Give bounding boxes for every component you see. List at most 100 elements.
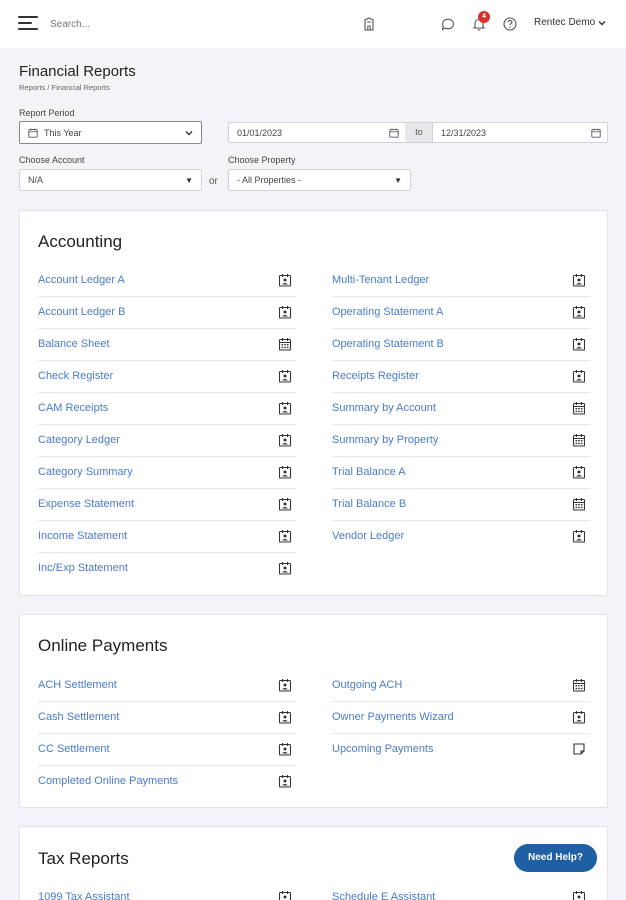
calendar-grid-icon[interactable] — [278, 337, 292, 351]
calendar-grid-icon[interactable] — [572, 678, 586, 692]
report-row[interactable]: Inc/Exp Statement — [38, 553, 296, 585]
report-link-summary-by-property[interactable]: Summary by Property — [332, 434, 438, 446]
report-link-cc-settlement[interactable]: CC Settlement — [38, 743, 110, 755]
person-calendar-icon[interactable] — [278, 774, 292, 788]
person-calendar-icon[interactable] — [572, 465, 586, 479]
report-link-account-ledger-b[interactable]: Account Ledger B — [38, 306, 125, 318]
report-link-1099-tax-assistant[interactable]: 1099 Tax Assistant — [38, 891, 130, 900]
person-calendar-icon[interactable] — [278, 369, 292, 383]
person-calendar-icon[interactable] — [572, 337, 586, 351]
report-link-operating-statement-a[interactable]: Operating Statement A — [332, 306, 443, 318]
report-row[interactable]: Operating Statement A — [332, 297, 590, 329]
person-calendar-icon[interactable] — [278, 305, 292, 319]
report-link-vendor-ledger[interactable]: Vendor Ledger — [332, 530, 404, 542]
report-row[interactable]: Upcoming Payments — [332, 734, 590, 766]
report-row[interactable]: Multi-Tenant Ledger — [332, 265, 590, 297]
breadcrumb[interactable]: Reports / Financial Reports — [19, 83, 110, 92]
report-row[interactable]: CC Settlement — [38, 734, 296, 766]
report-link-trial-balance-a[interactable]: Trial Balance A — [332, 466, 406, 478]
person-calendar-icon[interactable] — [278, 890, 292, 900]
report-link-summary-by-account[interactable]: Summary by Account — [332, 402, 436, 414]
report-row[interactable]: Summary by Account — [332, 393, 590, 425]
report-row[interactable]: Receipts Register — [332, 361, 590, 393]
report-link-trial-balance-b[interactable]: Trial Balance B — [332, 498, 406, 510]
report-row[interactable]: Outgoing ACH — [332, 670, 590, 702]
calendar-grid-icon[interactable] — [572, 433, 586, 447]
report-row[interactable]: Trial Balance A — [332, 457, 590, 489]
report-link-category-summary[interactable]: Category Summary — [38, 466, 133, 478]
report-row[interactable]: CAM Receipts — [38, 393, 296, 425]
report-row[interactable]: Account Ledger A — [38, 265, 296, 297]
user-menu[interactable]: Rentec Demo — [534, 17, 606, 28]
person-calendar-icon[interactable] — [278, 561, 292, 575]
report-row[interactable]: Check Register — [38, 361, 296, 393]
report-link-check-register[interactable]: Check Register — [38, 370, 113, 382]
report-link-multi-tenant-ledger[interactable]: Multi-Tenant Ledger — [332, 274, 429, 286]
report-link-category-ledger[interactable]: Category Ledger — [38, 434, 120, 446]
report-row[interactable]: Schedule E Assistant — [332, 882, 590, 900]
report-link-inc-exp-statement[interactable]: Inc/Exp Statement — [38, 562, 128, 574]
person-calendar-icon[interactable] — [572, 305, 586, 319]
report-row[interactable]: Completed Online Payments — [38, 766, 296, 798]
person-calendar-icon[interactable] — [278, 710, 292, 724]
report-row[interactable]: Operating Statement B — [332, 329, 590, 361]
property-select[interactable]: - All Properties - ▼ — [228, 169, 411, 191]
person-calendar-icon[interactable] — [278, 273, 292, 287]
help-icon[interactable] — [502, 16, 518, 32]
report-row[interactable]: 1099 Tax Assistant — [38, 882, 296, 900]
report-row[interactable]: Summary by Property — [332, 425, 590, 457]
building-icon[interactable] — [361, 16, 377, 32]
person-calendar-icon[interactable] — [572, 710, 586, 724]
report-link-operating-statement-b[interactable]: Operating Statement B — [332, 338, 444, 350]
start-date-input[interactable]: 01/01/2023 — [228, 122, 406, 143]
person-calendar-icon[interactable] — [278, 465, 292, 479]
report-link-balance-sheet[interactable]: Balance Sheet — [38, 338, 110, 350]
period-select[interactable]: This Year — [19, 121, 202, 144]
menu-icon[interactable] — [18, 16, 38, 32]
report-row[interactable]: Cash Settlement — [38, 702, 296, 734]
report-row[interactable]: Owner Payments Wizard — [332, 702, 590, 734]
report-row[interactable]: Expense Statement — [38, 489, 296, 521]
person-calendar-icon[interactable] — [278, 497, 292, 511]
report-link-income-statement[interactable]: Income Statement — [38, 530, 127, 542]
report-link-receipts-register[interactable]: Receipts Register — [332, 370, 419, 382]
person-calendar-icon[interactable] — [278, 529, 292, 543]
report-link-outgoing-ach[interactable]: Outgoing ACH — [332, 679, 402, 691]
person-calendar-icon[interactable] — [278, 401, 292, 415]
report-row[interactable]: Account Ledger B — [38, 297, 296, 329]
calendar-icon[interactable] — [389, 128, 399, 138]
person-calendar-icon[interactable] — [278, 678, 292, 692]
report-row[interactable]: Vendor Ledger — [332, 521, 590, 553]
online-payments-title: Online Payments — [38, 636, 168, 655]
report-link-ach-settlement[interactable]: ACH Settlement — [38, 679, 117, 691]
report-link-owner-payments-wizard[interactable]: Owner Payments Wizard — [332, 711, 454, 723]
end-date-input[interactable]: 12/31/2023 — [432, 122, 608, 143]
calendar-grid-icon[interactable] — [572, 401, 586, 415]
report-row[interactable]: Income Statement — [38, 521, 296, 553]
note-icon[interactable] — [572, 742, 586, 756]
report-link-expense-statement[interactable]: Expense Statement — [38, 498, 134, 510]
report-row[interactable]: Category Ledger — [38, 425, 296, 457]
person-calendar-icon[interactable] — [572, 529, 586, 543]
person-calendar-icon[interactable] — [572, 369, 586, 383]
person-calendar-icon[interactable] — [572, 273, 586, 287]
report-link-schedule-e-assistant[interactable]: Schedule E Assistant — [332, 891, 435, 900]
report-link-account-ledger-a[interactable]: Account Ledger A — [38, 274, 125, 286]
report-row[interactable]: ACH Settlement — [38, 670, 296, 702]
report-link-upcoming-payments[interactable]: Upcoming Payments — [332, 743, 434, 755]
need-help-button[interactable]: Need Help? — [514, 844, 597, 872]
report-link-cash-settlement[interactable]: Cash Settlement — [38, 711, 119, 723]
chat-icon[interactable] — [440, 16, 456, 32]
person-calendar-icon[interactable] — [278, 433, 292, 447]
person-calendar-icon[interactable] — [278, 742, 292, 756]
report-link-completed-online-payments[interactable]: Completed Online Payments — [38, 775, 178, 787]
search-input[interactable] — [50, 14, 250, 34]
person-calendar-icon[interactable] — [572, 890, 586, 900]
report-row[interactable]: Category Summary — [38, 457, 296, 489]
report-row[interactable]: Balance Sheet — [38, 329, 296, 361]
calendar-icon[interactable] — [591, 128, 601, 138]
calendar-grid-icon[interactable] — [572, 497, 586, 511]
report-link-cam-receipts[interactable]: CAM Receipts — [38, 402, 108, 414]
report-row[interactable]: Trial Balance B — [332, 489, 590, 521]
account-select[interactable]: N/A ▼ — [19, 169, 202, 191]
